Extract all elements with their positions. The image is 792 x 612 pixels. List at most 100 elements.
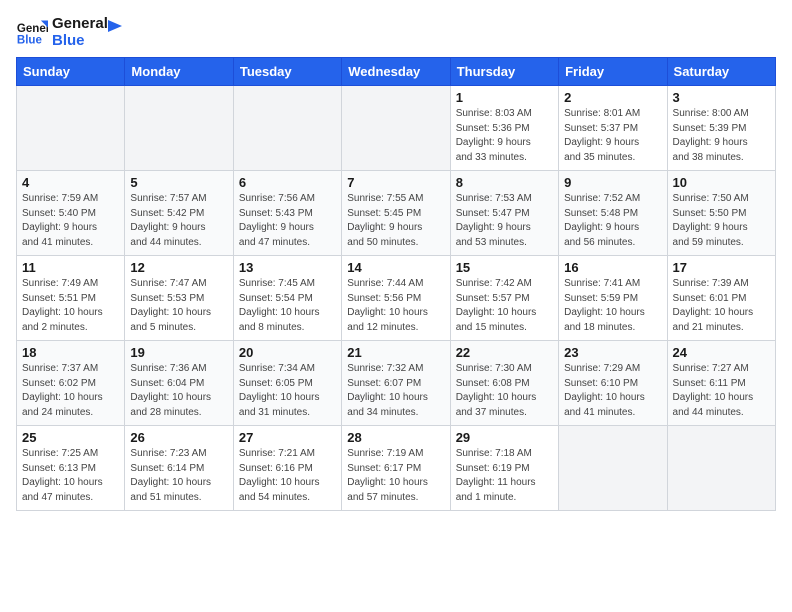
day-info: Sunrise: 7:49 AM Sunset: 5:51 PM Dayligh… [22, 277, 119, 335]
day-cell: 28Sunrise: 7:19 AM Sunset: 6:17 PM Dayli… [342, 426, 450, 511]
day-cell: 14 Sunrise: 7:44 AM Sunset: 5:56 PM Dayli… [342, 256, 450, 341]
day-cell: 25 Sunrise: 7:25 AM Sunset: 6:13 PM Dayli… [17, 426, 125, 511]
day-number: 4 [22, 175, 119, 190]
day-info: Sunrise: 7:57 AM Sunset: 5:42 PM Dayligh… [130, 192, 227, 250]
day-info: Sunrise: 7:36 AM Sunset: 6:04 PM Dayligh… [130, 362, 227, 420]
day-info: Sunrise: 7:56 AM Sunset: 5:43 PM Dayligh… [239, 192, 336, 250]
week-row-5: 25 Sunrise: 7:25 AM Sunset: 6:13 PM Dayli… [17, 426, 776, 511]
day-cell: 24 Sunrise: 7:27 AM Sunset: 6:11 PM Dayli… [667, 341, 775, 426]
col-header-sunday: Sunday [17, 58, 125, 86]
day-info: Sunrise: 8:00 AM Sunset: 5:39 PM Dayligh… [673, 107, 770, 165]
day-info: Sunrise: 7:18 AM Sunset: 6:19 PM Dayligh… [456, 447, 553, 505]
day-info: Sunrise: 7:25 AM Sunset: 6:13 PM Dayligh… [22, 447, 119, 505]
day-cell: 9 Sunrise: 7:52 AM Sunset: 5:48 PM Daylig… [559, 171, 667, 256]
logo-flag-icon [106, 18, 124, 36]
day-cell [125, 86, 233, 171]
svg-text:Blue: Blue [17, 34, 43, 46]
day-number: 17 [673, 260, 770, 275]
day-number: 26 [130, 430, 227, 445]
day-number: 14 [347, 260, 444, 275]
logo: General Blue General Blue [16, 16, 124, 49]
day-cell: 19 Sunrise: 7:36 AM Sunset: 6:04 PM Dayli… [125, 341, 233, 426]
logo-line2: Blue [52, 33, 108, 50]
day-cell [559, 426, 667, 511]
day-cell [233, 86, 341, 171]
day-number: 16 [564, 260, 661, 275]
day-cell: 3Sunrise: 8:00 AM Sunset: 5:39 PM Daylig… [667, 86, 775, 171]
day-number: 9 [564, 175, 661, 190]
day-cell: 26 Sunrise: 7:23 AM Sunset: 6:14 PM Dayli… [125, 426, 233, 511]
day-info: Sunrise: 7:27 AM Sunset: 6:11 PM Dayligh… [673, 362, 770, 420]
col-header-saturday: Saturday [667, 58, 775, 86]
col-header-wednesday: Wednesday [342, 58, 450, 86]
day-cell: 15 Sunrise: 7:42 AM Sunset: 5:57 PM Dayli… [450, 256, 558, 341]
svg-text:General: General [17, 23, 48, 35]
day-info: Sunrise: 7:53 AM Sunset: 5:47 PM Dayligh… [456, 192, 553, 250]
day-info: Sunrise: 7:42 AM Sunset: 5:57 PM Dayligh… [456, 277, 553, 335]
week-row-3: 11 Sunrise: 7:49 AM Sunset: 5:51 PM Dayli… [17, 256, 776, 341]
day-info: Sunrise: 7:59 AM Sunset: 5:40 PM Dayligh… [22, 192, 119, 250]
day-number: 19 [130, 345, 227, 360]
day-cell: 5 Sunrise: 7:57 AM Sunset: 5:42 PM Daylig… [125, 171, 233, 256]
day-info: Sunrise: 7:44 AM Sunset: 5:56 PM Dayligh… [347, 277, 444, 335]
week-row-2: 4 Sunrise: 7:59 AM Sunset: 5:40 PM Daylig… [17, 171, 776, 256]
week-row-4: 18 Sunrise: 7:37 AM Sunset: 6:02 PM Dayli… [17, 341, 776, 426]
day-info: Sunrise: 7:50 AM Sunset: 5:50 PM Dayligh… [673, 192, 770, 250]
day-number: 7 [347, 175, 444, 190]
day-cell: 13 Sunrise: 7:45 AM Sunset: 5:54 PM Dayli… [233, 256, 341, 341]
header: General Blue General Blue [16, 16, 776, 49]
day-cell: 2 Sunrise: 8:01 AM Sunset: 5:37 PM Daylig… [559, 86, 667, 171]
day-cell: 17Sunrise: 7:39 AM Sunset: 6:01 PM Dayli… [667, 256, 775, 341]
day-number: 20 [239, 345, 336, 360]
day-cell: 29 Sunrise: 7:18 AM Sunset: 6:19 PM Dayli… [450, 426, 558, 511]
col-header-monday: Monday [125, 58, 233, 86]
day-info: Sunrise: 7:41 AM Sunset: 5:59 PM Dayligh… [564, 277, 661, 335]
day-cell: 1 Sunrise: 8:03 AM Sunset: 5:36 PM Daylig… [450, 86, 558, 171]
day-cell: 6 Sunrise: 7:56 AM Sunset: 5:43 PM Daylig… [233, 171, 341, 256]
day-cell [667, 426, 775, 511]
day-info: Sunrise: 7:47 AM Sunset: 5:53 PM Dayligh… [130, 277, 227, 335]
day-info: Sunrise: 8:01 AM Sunset: 5:37 PM Dayligh… [564, 107, 661, 165]
day-info: Sunrise: 7:45 AM Sunset: 5:54 PM Dayligh… [239, 277, 336, 335]
day-cell: 16 Sunrise: 7:41 AM Sunset: 5:59 PM Dayli… [559, 256, 667, 341]
day-number: 5 [130, 175, 227, 190]
day-info: Sunrise: 7:52 AM Sunset: 5:48 PM Dayligh… [564, 192, 661, 250]
day-cell: 8 Sunrise: 7:53 AM Sunset: 5:47 PM Daylig… [450, 171, 558, 256]
day-number: 18 [22, 345, 119, 360]
day-number: 2 [564, 90, 661, 105]
col-header-tuesday: Tuesday [233, 58, 341, 86]
day-number: 6 [239, 175, 336, 190]
col-header-friday: Friday [559, 58, 667, 86]
day-number: 10 [673, 175, 770, 190]
day-cell: 11 Sunrise: 7:49 AM Sunset: 5:51 PM Dayli… [17, 256, 125, 341]
day-info: Sunrise: 7:19 AM Sunset: 6:17 PM Dayligh… [347, 447, 444, 505]
day-info: Sunrise: 7:29 AM Sunset: 6:10 PM Dayligh… [564, 362, 661, 420]
day-number: 24 [673, 345, 770, 360]
day-number: 8 [456, 175, 553, 190]
day-cell [17, 86, 125, 171]
day-info: Sunrise: 7:55 AM Sunset: 5:45 PM Dayligh… [347, 192, 444, 250]
col-header-thursday: Thursday [450, 58, 558, 86]
day-number: 12 [130, 260, 227, 275]
day-info: Sunrise: 7:32 AM Sunset: 6:07 PM Dayligh… [347, 362, 444, 420]
day-info: Sunrise: 7:21 AM Sunset: 6:16 PM Dayligh… [239, 447, 336, 505]
day-cell: 7 Sunrise: 7:55 AM Sunset: 5:45 PM Daylig… [342, 171, 450, 256]
day-cell: 22Sunrise: 7:30 AM Sunset: 6:08 PM Dayli… [450, 341, 558, 426]
day-info: Sunrise: 7:37 AM Sunset: 6:02 PM Dayligh… [22, 362, 119, 420]
day-cell: 12 Sunrise: 7:47 AM Sunset: 5:53 PM Dayli… [125, 256, 233, 341]
day-number: 23 [564, 345, 661, 360]
day-number: 29 [456, 430, 553, 445]
day-cell: 10 Sunrise: 7:50 AM Sunset: 5:50 PM Dayli… [667, 171, 775, 256]
day-cell: 21Sunrise: 7:32 AM Sunset: 6:07 PM Dayli… [342, 341, 450, 426]
day-number: 11 [22, 260, 119, 275]
calendar-table: SundayMondayTuesdayWednesdayThursdayFrid… [16, 57, 776, 511]
day-cell: 18 Sunrise: 7:37 AM Sunset: 6:02 PM Dayli… [17, 341, 125, 426]
day-number: 15 [456, 260, 553, 275]
day-number: 13 [239, 260, 336, 275]
day-info: Sunrise: 7:23 AM Sunset: 6:14 PM Dayligh… [130, 447, 227, 505]
day-info: Sunrise: 8:03 AM Sunset: 5:36 PM Dayligh… [456, 107, 553, 165]
day-cell [342, 86, 450, 171]
day-number: 27 [239, 430, 336, 445]
day-number: 25 [22, 430, 119, 445]
day-number: 1 [456, 90, 553, 105]
